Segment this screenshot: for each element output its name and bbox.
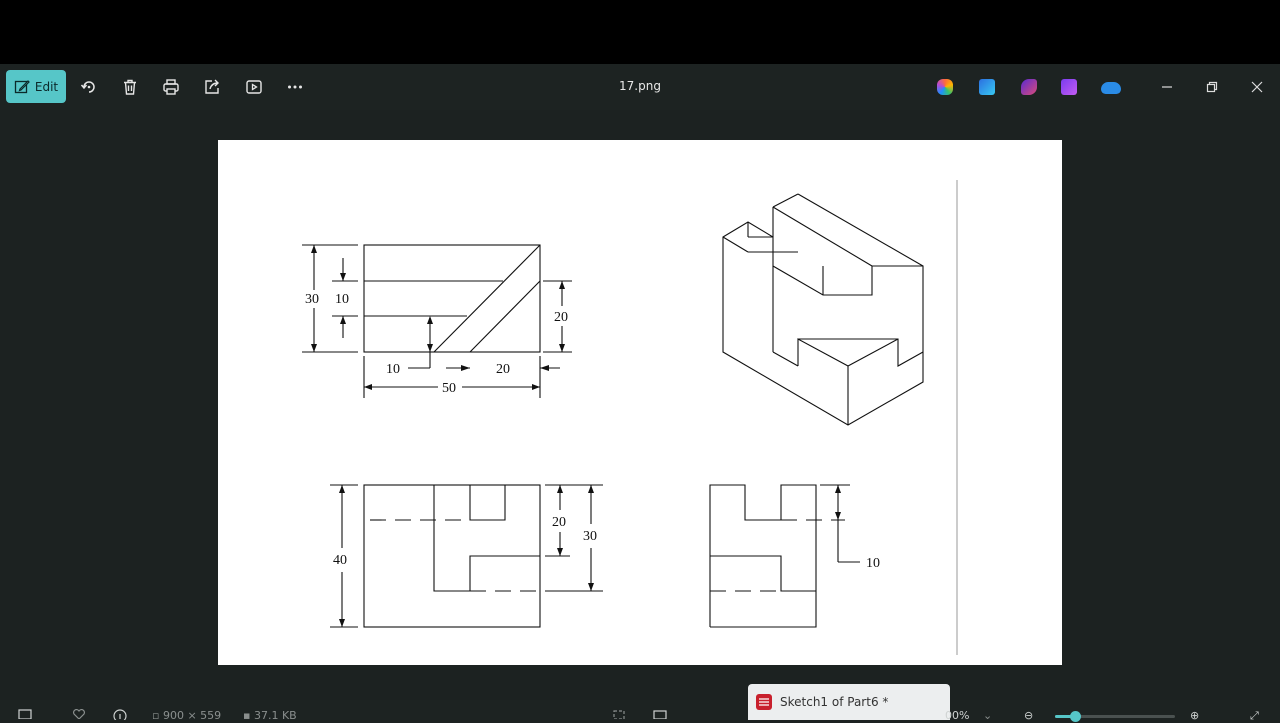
solidworks-icon — [756, 694, 772, 710]
minimize-icon — [1162, 86, 1172, 88]
technical-drawing: 30 10 20 10 20 50 40 20 30 10 — [302, 180, 958, 655]
dim-label: 30 — [583, 529, 597, 544]
zoom-level[interactable]: 00% ⌄ — [945, 709, 992, 722]
image-dimensions: ▫ 900 × 559 — [152, 709, 221, 722]
filmstrip-toggle-button[interactable] — [18, 709, 32, 722]
fit-to-window-button[interactable] — [612, 709, 626, 722]
share-icon — [205, 79, 219, 94]
delete-button[interactable] — [119, 76, 141, 98]
restore-button[interactable] — [1197, 74, 1227, 100]
image-file-size: ▪ 37.1 KB — [243, 709, 297, 722]
zoom-slider-thumb[interactable] — [1070, 711, 1081, 722]
minimize-button[interactable] — [1152, 74, 1182, 100]
edit-label: Edit — [34, 79, 59, 94]
fit-icon — [613, 710, 625, 720]
dim-label: 40 — [333, 553, 347, 568]
dim-label: 50 — [442, 381, 456, 396]
clipchamp-icon[interactable] — [1021, 79, 1037, 95]
zoom-in-icon: ⊕ — [1190, 709, 1200, 722]
actual-size-button[interactable] — [653, 709, 667, 722]
dim-label: 30 — [305, 292, 319, 307]
edit-icon — [14, 79, 30, 93]
share-button[interactable] — [201, 76, 223, 98]
fullscreen-button[interactable]: ⤢ — [1250, 709, 1259, 723]
zoom-slider[interactable] — [1055, 711, 1175, 722]
print-icon — [163, 79, 179, 95]
popup-label: Sketch1 of Part6 * — [780, 695, 889, 709]
slideshow-button[interactable] — [243, 76, 265, 98]
dim-label: 10 — [866, 556, 880, 571]
zoom-out-icon: ⊖ — [1024, 709, 1034, 722]
file-size-text: 37.1 KB — [253, 709, 297, 722]
delete-icon — [124, 79, 136, 95]
dim-label: 10 — [335, 292, 349, 307]
fullscreen-icon: ⤢ — [1250, 709, 1259, 722]
more-button[interactable] — [284, 76, 306, 98]
zoom-in-button[interactable]: ⊕ — [1190, 709, 1199, 722]
image-canvas: 30 10 20 10 20 50 40 20 30 10 — [218, 140, 1062, 665]
zoom-out-button[interactable]: ⊖ — [1024, 709, 1033, 722]
storage-icon: ▪ — [243, 709, 254, 722]
copilot-icon[interactable] — [937, 79, 953, 95]
heart-icon — [73, 709, 85, 720]
onedrive-icon[interactable] — [1101, 82, 1121, 94]
edit-button[interactable]: Edit — [6, 70, 66, 103]
dimensions-icon: ▫ — [152, 709, 163, 722]
taskbar-preview-popup[interactable]: Sketch1 of Part6 * — [748, 684, 950, 720]
dim-label: 20 — [552, 515, 566, 530]
actual-size-icon — [653, 710, 667, 720]
dim-label: 20 — [496, 362, 510, 377]
dim-label: 10 — [386, 362, 400, 377]
restore-icon — [1206, 81, 1218, 93]
rotate-button[interactable] — [78, 76, 100, 98]
file-title: 17.png — [619, 79, 661, 93]
designer-icon[interactable] — [979, 79, 995, 95]
dim-label: 20 — [554, 310, 568, 325]
more-icon — [288, 85, 302, 89]
print-button[interactable] — [160, 76, 182, 98]
close-button[interactable] — [1242, 74, 1272, 100]
favorite-button[interactable] — [72, 709, 86, 722]
file-info-button[interactable] — [113, 709, 127, 723]
top-black-bar — [0, 0, 1280, 64]
slideshow-icon — [246, 80, 262, 94]
filmstrip-icon — [18, 709, 32, 720]
info-icon — [113, 709, 127, 723]
chevron-down-icon: ⌄ — [982, 709, 993, 722]
close-icon — [1251, 81, 1263, 93]
dimensions-text: 900 × 559 — [162, 709, 222, 722]
video-editor-icon[interactable] — [1061, 79, 1077, 95]
rotate-icon — [80, 81, 95, 93]
zoom-value: 00% — [945, 709, 970, 722]
